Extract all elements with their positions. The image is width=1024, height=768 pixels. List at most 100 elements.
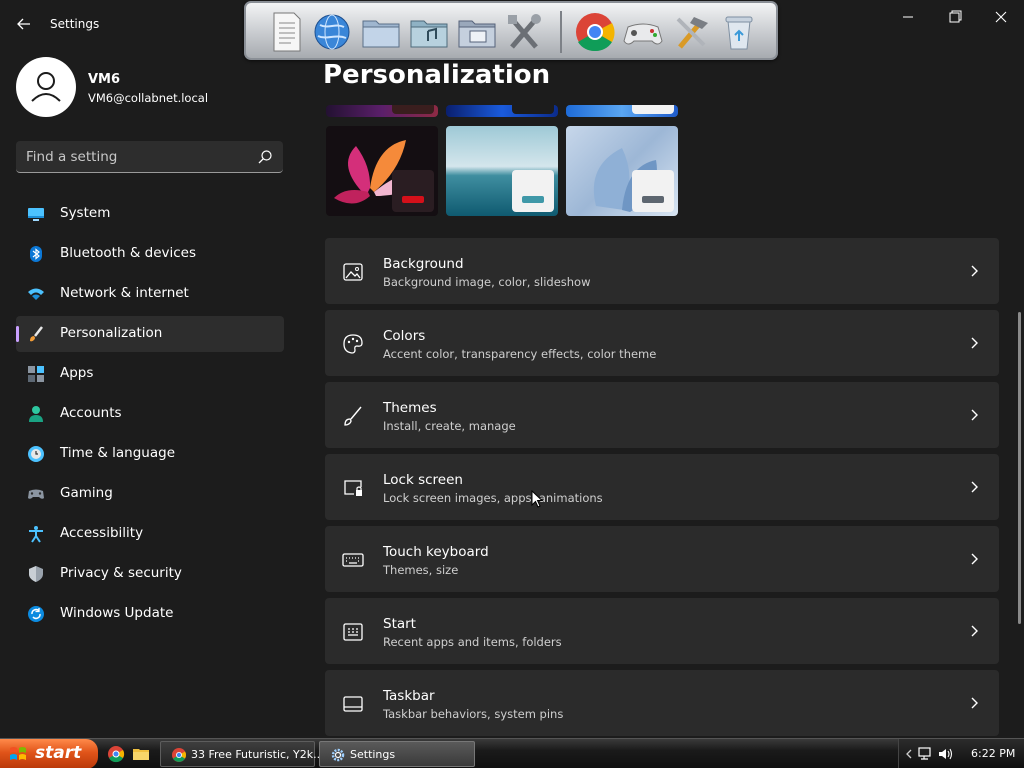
sidebar-item-label: Accounts xyxy=(60,405,122,421)
picture-icon xyxy=(343,263,363,281)
card-title: Background xyxy=(383,256,464,272)
theme-color-badge xyxy=(632,170,674,212)
settings-card-touch-keyboard[interactable]: Touch keyboard Themes, size xyxy=(325,526,999,592)
gear-icon xyxy=(331,748,345,762)
recycle-bin-icon[interactable] xyxy=(716,9,762,55)
search-icon[interactable] xyxy=(257,149,273,165)
chevron-right-icon xyxy=(971,409,978,421)
sidebar-item-label: Gaming xyxy=(60,485,113,501)
start-button[interactable]: start xyxy=(0,739,98,768)
system-tray: 6:22 PM xyxy=(898,739,1024,768)
back-arrow-icon[interactable] xyxy=(14,14,34,34)
sidebar-item-system[interactable]: System xyxy=(16,196,284,232)
search-input[interactable] xyxy=(26,148,246,166)
settings-card-themes[interactable]: Themes Install, create, manage xyxy=(325,382,999,448)
folder-pictures-icon[interactable] xyxy=(454,9,500,55)
taskbar-button-chrome[interactable]: 33 Free Futuristic, Y2k... xyxy=(160,741,324,767)
bluetooth-icon xyxy=(30,246,42,262)
sidebar-item-network[interactable]: Network & internet xyxy=(16,276,284,312)
network-icon[interactable] xyxy=(917,746,933,762)
chevron-left-icon[interactable] xyxy=(901,746,917,762)
settings-card-lock-screen[interactable]: Lock screen Lock screen images, apps, an… xyxy=(325,454,999,520)
gamepad-icon[interactable] xyxy=(620,9,666,55)
taskbar: start 33 Free Futuristic, Y2k... Setting… xyxy=(0,738,1024,768)
page-title: Personalization xyxy=(323,60,551,90)
theme-thumbnail[interactable] xyxy=(446,126,558,216)
clock[interactable]: 6:22 PM xyxy=(971,747,1015,760)
avatar[interactable] xyxy=(16,57,76,117)
sidebar-item-label: Personalization xyxy=(60,325,163,341)
search-box[interactable] xyxy=(16,141,283,173)
theme-thumbnail[interactable] xyxy=(326,126,438,216)
chrome-icon[interactable] xyxy=(572,9,618,55)
sidebar-item-apps[interactable]: Apps xyxy=(16,356,284,392)
file-explorer-icon[interactable] xyxy=(132,745,150,763)
card-subtitle: Lock screen images, apps, animations xyxy=(383,491,603,505)
hammer-wrench-icon[interactable] xyxy=(668,9,714,55)
brush-icon xyxy=(30,326,43,342)
sidebar-item-label: System xyxy=(60,205,111,221)
settings-card-taskbar[interactable]: Taskbar Taskbar behaviors, system pins xyxy=(325,670,999,736)
profile-name: VM6 xyxy=(88,72,121,87)
restore-icon[interactable] xyxy=(940,8,970,26)
sidebar-item-bluetooth[interactable]: Bluetooth & devices xyxy=(16,236,284,272)
volume-icon[interactable] xyxy=(937,746,953,762)
card-title: Touch keyboard xyxy=(383,544,489,560)
taskbar-button-label: 33 Free Futuristic, Y2k... xyxy=(191,748,324,761)
sidebar-item-label: Windows Update xyxy=(60,605,174,621)
theme-thumbnail[interactable] xyxy=(566,126,678,216)
sidebar-item-accounts[interactable]: Accounts xyxy=(16,396,284,432)
card-subtitle: Install, create, manage xyxy=(383,419,516,433)
chevron-right-icon xyxy=(971,265,978,277)
chevron-right-icon xyxy=(971,553,978,565)
text-document-icon[interactable] xyxy=(264,9,310,55)
settings-card-start[interactable]: Start Recent apps and items, folders xyxy=(325,598,999,664)
start-label: start xyxy=(35,743,82,763)
sidebar-item-time-language[interactable]: Time & language xyxy=(16,436,284,472)
card-subtitle: Themes, size xyxy=(383,563,459,577)
sidebar-nav: System Bluetooth & devices Network & int… xyxy=(16,196,284,636)
sidebar-item-label: Apps xyxy=(60,365,94,381)
tools-icon[interactable] xyxy=(502,9,548,55)
sidebar-item-accessibility[interactable]: Accessibility xyxy=(16,516,284,552)
sidebar-item-windows-update[interactable]: Windows Update xyxy=(16,596,284,632)
mouse-cursor-icon xyxy=(531,490,543,508)
card-title: Colors xyxy=(383,328,426,344)
chevron-right-icon xyxy=(971,481,978,493)
theme-thumbnail[interactable] xyxy=(566,105,678,117)
theme-thumbnail[interactable] xyxy=(446,105,558,117)
windows-flag-icon xyxy=(10,747,26,760)
sidebar-item-privacy-security[interactable]: Privacy & security xyxy=(16,556,284,592)
card-title: Themes xyxy=(383,400,437,416)
settings-window: Settings VM6 VM6@collabnet.local System … xyxy=(0,0,1024,768)
start-icon xyxy=(343,623,363,641)
globe-clock-icon xyxy=(28,446,44,462)
theme-color-badge xyxy=(392,170,434,212)
update-icon xyxy=(28,606,44,622)
sidebar-item-label: Time & language xyxy=(60,445,176,461)
settings-card-colors[interactable]: Colors Accent color, transparency effect… xyxy=(325,310,999,376)
chrome-icon xyxy=(172,748,186,762)
gamepad-icon xyxy=(28,489,44,499)
taskbar-button-settings[interactable]: Settings xyxy=(319,741,475,767)
keyboard-icon xyxy=(342,553,364,567)
folder-documents-icon[interactable] xyxy=(358,9,404,55)
sidebar-item-personalization[interactable]: Personalization xyxy=(16,316,284,352)
globe-icon[interactable] xyxy=(310,9,356,55)
close-icon[interactable] xyxy=(986,8,1016,26)
settings-card-background[interactable]: Background Background image, color, slid… xyxy=(325,238,999,304)
dock-separator xyxy=(560,11,562,53)
person-icon xyxy=(31,72,61,102)
chevron-right-icon xyxy=(971,337,978,349)
chrome-icon[interactable] xyxy=(107,745,125,763)
palette-icon xyxy=(343,334,363,354)
sidebar-item-label: Accessibility xyxy=(60,525,144,541)
taskbar-icon xyxy=(343,696,363,712)
minimize-icon[interactable] xyxy=(893,8,923,26)
chevron-right-icon xyxy=(971,697,978,709)
theme-thumbnail[interactable] xyxy=(326,105,438,117)
sidebar-item-label: Privacy & security xyxy=(60,565,182,581)
scrollbar[interactable] xyxy=(1018,312,1021,624)
sidebar-item-gaming[interactable]: Gaming xyxy=(16,476,284,512)
folder-music-icon[interactable] xyxy=(406,9,452,55)
